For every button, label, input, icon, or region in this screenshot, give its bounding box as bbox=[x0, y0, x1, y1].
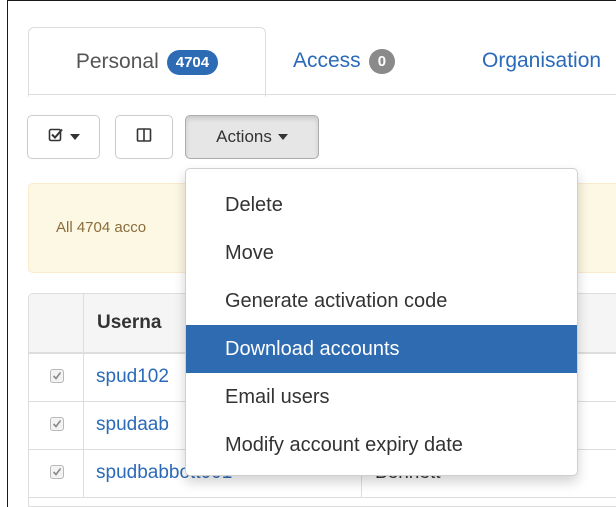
check-square-icon bbox=[48, 127, 64, 148]
actions-button-label: Actions bbox=[216, 127, 272, 146]
select-all-dropdown-button[interactable] bbox=[27, 115, 100, 159]
actions-menu: Delete Move Generate activation code Dow… bbox=[185, 168, 578, 476]
window-frame: Personal 4704 Access 0 Organisation Acti… bbox=[7, 0, 616, 507]
tab-divider bbox=[28, 94, 616, 95]
menu-item-modify-account-expiry-date[interactable]: Modify account expiry date bbox=[186, 421, 577, 469]
column-divider bbox=[83, 294, 84, 354]
username-link[interactable]: spudaab bbox=[96, 414, 169, 436]
tab-access[interactable]: Access 0 bbox=[293, 27, 396, 95]
tab-personal-count-badge: 4704 bbox=[166, 49, 219, 75]
column-divider bbox=[83, 354, 84, 401]
username-column-header[interactable]: Userna bbox=[97, 312, 161, 334]
row-checkbox[interactable] bbox=[50, 465, 64, 479]
tab-organisation[interactable]: Organisation bbox=[482, 27, 601, 95]
tab-personal-label: Personal bbox=[75, 50, 159, 73]
row-checkbox[interactable] bbox=[50, 417, 64, 431]
actions-dropdown-button[interactable]: Actions bbox=[185, 115, 319, 159]
tab-bar: Personal 4704 Access 0 Organisation bbox=[8, 1, 616, 97]
menu-item-delete[interactable]: Delete bbox=[186, 181, 577, 229]
column-divider bbox=[83, 450, 84, 497]
columns-toggle-button[interactable] bbox=[115, 115, 173, 159]
caret-down-icon bbox=[277, 134, 288, 140]
menu-item-email-users[interactable]: Email users bbox=[186, 373, 577, 421]
tab-personal[interactable]: Personal 4704 bbox=[28, 27, 266, 97]
menu-item-move[interactable]: Move bbox=[186, 229, 577, 277]
tab-access-label: Access bbox=[293, 49, 361, 72]
tab-access-count-badge: 0 bbox=[368, 48, 396, 74]
menu-item-generate-activation-code[interactable]: Generate activation code bbox=[186, 277, 577, 325]
selection-alert-text: All 4704 acco bbox=[56, 219, 147, 236]
column-divider bbox=[83, 402, 84, 449]
username-link[interactable]: spud102 bbox=[96, 366, 169, 388]
columns-icon bbox=[136, 127, 152, 148]
caret-down-icon bbox=[69, 134, 80, 140]
tab-organisation-label: Organisation bbox=[482, 49, 602, 72]
menu-item-download-accounts[interactable]: Download accounts bbox=[186, 325, 577, 373]
row-checkbox[interactable] bbox=[50, 369, 64, 383]
